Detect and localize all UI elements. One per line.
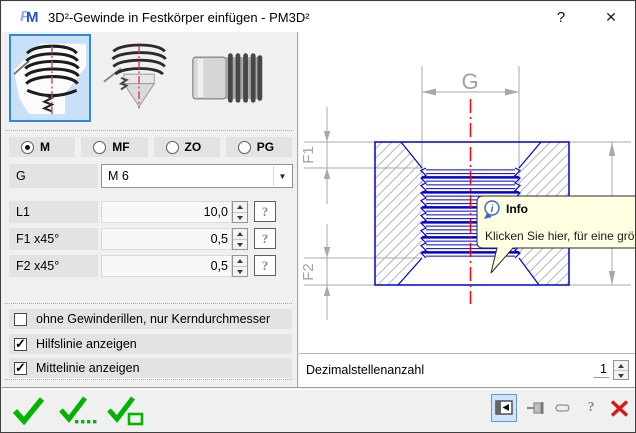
green-check-icon bbox=[11, 394, 49, 426]
checkbox-no-thread-grooves[interactable]: ohne Gewinderillen, nur Kerndurchmesser bbox=[9, 309, 292, 329]
minimize-icon bbox=[555, 402, 571, 414]
panel-control-buttons: ? bbox=[491, 393, 629, 423]
app-icon: PM bbox=[20, 8, 40, 26]
spin-up-icon[interactable] bbox=[237, 205, 243, 209]
confirm-buttons bbox=[9, 392, 147, 428]
thread-type-external-button[interactable] bbox=[187, 34, 269, 122]
radio-icon bbox=[166, 141, 179, 154]
internal-through-thread-icon bbox=[12, 37, 88, 119]
dim-label-f1: F1 bbox=[300, 146, 317, 164]
title-bar: PM 3D²-Gewinde in Festkörper einfügen - … bbox=[2, 2, 636, 32]
separator-dotted bbox=[5, 303, 292, 304]
thread-standard-group: M MF ZO PG bbox=[9, 137, 292, 157]
ok-preview-button[interactable] bbox=[105, 392, 147, 428]
window-title: 3D²-Gewinde in Festkörper einfügen - PM3… bbox=[48, 10, 310, 25]
radio-option-zo[interactable]: ZO bbox=[154, 137, 220, 157]
spin-up-icon[interactable] bbox=[237, 259, 243, 263]
radio-option-mf[interactable]: MF bbox=[81, 137, 147, 157]
param-input-f1[interactable]: 0,5 bbox=[101, 228, 232, 250]
param-l1-spinner[interactable] bbox=[232, 201, 248, 223]
separator-dotted bbox=[5, 130, 292, 131]
radio-icon bbox=[21, 141, 34, 154]
thread-size-dropdown[interactable]: M 6 ▼ bbox=[101, 164, 293, 188]
thread-type-internal-blind-button[interactable] bbox=[99, 34, 181, 122]
tooltip-text: Klicken Sie hier, für eine grö bbox=[485, 229, 635, 243]
param-label-l1: L1 bbox=[9, 201, 98, 223]
radio-option-pg[interactable]: PG bbox=[226, 137, 292, 157]
decimals-value[interactable]: 1 bbox=[594, 362, 609, 378]
collapse-panel-icon bbox=[495, 400, 513, 416]
spin-up-icon[interactable] bbox=[237, 232, 243, 236]
spin-down-icon[interactable] bbox=[237, 243, 243, 247]
dialog-window: PM 3D²-Gewinde in Festkörper einfügen - … bbox=[0, 0, 636, 433]
param-f2-spinner[interactable] bbox=[232, 255, 248, 277]
checkbox-show-auxiliary-line[interactable]: Hilfslinie anzeigen bbox=[9, 334, 292, 354]
param-f1-spinner[interactable] bbox=[232, 228, 248, 250]
spin-down-icon[interactable] bbox=[237, 270, 243, 274]
svg-text:i: i bbox=[491, 204, 494, 215]
settings-panel: M MF ZO PG G M 6 ▼ L1 10,0 bbox=[2, 32, 298, 387]
param-f1-help-button[interactable]: ? bbox=[254, 228, 276, 249]
ok-options-button[interactable] bbox=[57, 392, 99, 428]
param-label-f2: F2 x45° bbox=[9, 255, 98, 277]
checkbox-icon bbox=[14, 313, 27, 326]
green-check-dots-icon bbox=[59, 394, 97, 426]
tooltip-title: Info bbox=[506, 202, 528, 216]
titlebar-close-button[interactable]: ✕ bbox=[594, 2, 628, 32]
checkbox-checked-icon bbox=[14, 362, 27, 375]
decimals-row: Dezimalstellenanzahl 1 bbox=[299, 353, 636, 387]
thread-section-drawing: G F1 F2 i Info bbox=[299, 32, 636, 353]
chevron-down-icon[interactable]: ▼ bbox=[273, 166, 291, 186]
radio-icon bbox=[93, 141, 106, 154]
external-thread-icon bbox=[190, 44, 266, 112]
dialog-help-button[interactable]: ? bbox=[581, 394, 601, 422]
ok-button[interactable] bbox=[9, 392, 51, 428]
radio-option-m[interactable]: M bbox=[9, 137, 75, 157]
spin-down-icon[interactable] bbox=[618, 374, 624, 378]
pin-dialog-button[interactable] bbox=[525, 394, 545, 422]
decimals-spinner[interactable] bbox=[613, 360, 629, 380]
dim-label-f2: F2 bbox=[300, 263, 317, 281]
dim-label-g: G bbox=[461, 69, 478, 94]
thread-type-internal-through-button[interactable] bbox=[9, 34, 91, 122]
param-input-l1[interactable]: 10,0 bbox=[101, 201, 232, 223]
param-label-f1: F1 x45° bbox=[9, 228, 98, 250]
cancel-button[interactable] bbox=[609, 394, 629, 422]
radio-icon bbox=[238, 141, 251, 154]
param-f2-help-button[interactable]: ? bbox=[254, 255, 276, 276]
internal-blind-thread-icon bbox=[102, 37, 178, 119]
param-input-f2[interactable]: 0,5 bbox=[101, 255, 232, 277]
param-l1-help-button[interactable]: ? bbox=[254, 201, 276, 222]
spin-up-icon[interactable] bbox=[618, 364, 624, 368]
dropdown-value: M 6 bbox=[108, 165, 129, 187]
bottom-bar: ? bbox=[2, 390, 636, 433]
preview-drawing-area: G F1 F2 i Info bbox=[299, 32, 636, 353]
spin-down-icon[interactable] bbox=[237, 216, 243, 220]
pin-icon bbox=[526, 399, 545, 417]
checkbox-checked-icon bbox=[14, 338, 27, 351]
titlebar-help-button[interactable]: ? bbox=[544, 2, 578, 32]
decimals-label: Dezimalstellenanzahl bbox=[306, 363, 424, 377]
checkbox-show-centerline[interactable]: Mittelinie anzeigen bbox=[9, 358, 292, 378]
green-check-box-icon bbox=[107, 394, 145, 426]
size-label: G bbox=[9, 164, 98, 188]
separator-dotted bbox=[5, 379, 292, 380]
red-x-icon bbox=[610, 400, 629, 417]
collapse-panel-button[interactable] bbox=[491, 394, 517, 422]
minimize-dialog-button[interactable] bbox=[553, 394, 573, 422]
